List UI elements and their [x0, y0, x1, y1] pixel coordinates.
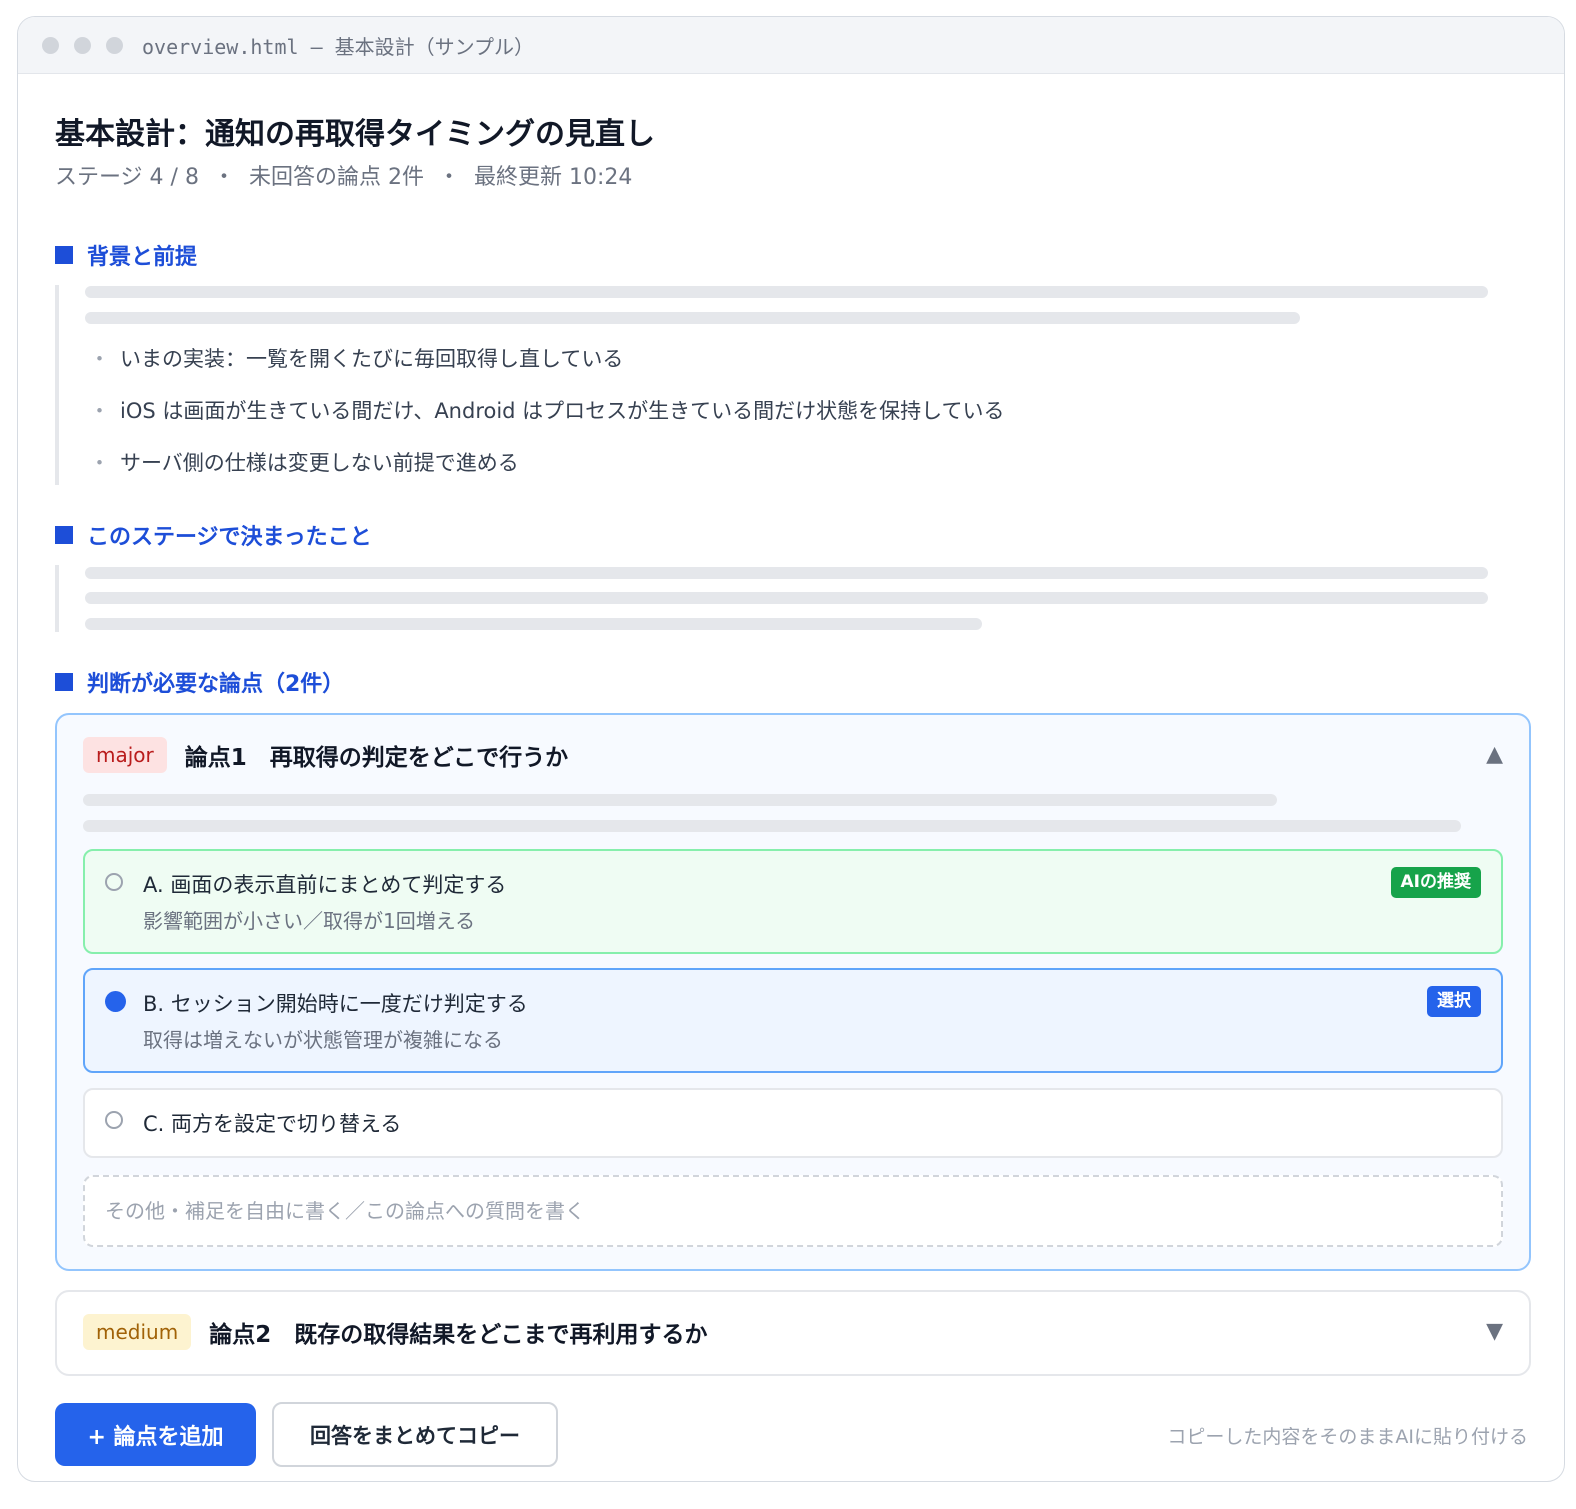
option-c[interactable]: C. 両方を設定で切り替える: [83, 1088, 1503, 1158]
decided-block: [55, 565, 1488, 632]
list-item-text: サーバ側の仕様は変更しない前提で進める: [120, 451, 519, 475]
bullet-mark: ・: [89, 451, 110, 475]
radio-button-selected[interactable]: [105, 991, 126, 1012]
placeholder-text-line: [85, 312, 1300, 324]
ai-recommended-badge: AIの推奨: [1390, 867, 1481, 898]
open-issues-count: 未回答の論点 2件: [248, 165, 424, 190]
section-heading-text: このステージで決まったこと: [87, 525, 372, 550]
severity-badge: major: [83, 737, 167, 773]
collapse-caret-icon[interactable]: ▲: [1486, 742, 1503, 767]
bullet-mark: ・: [89, 347, 110, 371]
issue-header[interactable]: medium 論点2 既存の取得結果をどこまで再利用するか: [83, 1314, 708, 1350]
section-heading-issues: 判断が必要な論点（2件）: [55, 666, 344, 698]
stage-indicator: ステージ 4 / 8: [55, 165, 199, 190]
bullet-mark: ・: [89, 399, 110, 423]
selected-badge: 選択: [1427, 986, 1481, 1017]
list-item-text: いまの実装：一覧を開くたびに毎回取得し直している: [120, 347, 624, 371]
page-title: 基本設計：通知の再取得タイミングの見直し: [55, 117, 655, 152]
copy-answers-button[interactable]: 回答をまとめてコピー: [272, 1402, 558, 1467]
close-dot-icon[interactable]: [42, 36, 59, 54]
option-label: C. 両方を設定で切り替える: [143, 1112, 402, 1136]
minimize-dot-icon[interactable]: [74, 36, 91, 54]
list-item: ・サーバ側の仕様は変更しない前提で進める: [89, 447, 519, 477]
placeholder-text-line: [83, 820, 1461, 832]
section-heading-decided: このステージで決まったこと: [55, 519, 372, 551]
app-window: overview.html — 基本設計（サンプル） 基本設計：通知の再取得タイ…: [17, 16, 1565, 1482]
option-a[interactable]: A. 画面の表示直前にまとめて判定する 影響範囲が小さい／取得が1回増える AI…: [83, 849, 1503, 954]
list-item-text: iOS は画面が生きている間だけ、Android はプロセスが生きている間だけ状…: [120, 399, 1005, 423]
meta-separator: ・: [212, 165, 235, 190]
add-issue-button[interactable]: + 論点を追加: [55, 1403, 256, 1466]
title-bar: overview.html — 基本設計（サンプル）: [18, 17, 1564, 74]
option-b[interactable]: B. セッション開始時に一度だけ判定する 取得は増えないが状態管理が複雑になる …: [83, 968, 1503, 1073]
radio-button[interactable]: [105, 1111, 123, 1129]
placeholder-text-line: [85, 286, 1488, 298]
option-label: B. セッション開始時に一度だけ判定する: [143, 992, 528, 1016]
issue-header[interactable]: major 論点1 再取得の判定をどこで行うか: [83, 737, 568, 773]
placeholder-text-line: [85, 567, 1488, 579]
list-item: ・いまの実装：一覧を開くたびに毎回取得し直している: [89, 343, 623, 373]
option-description: 取得は増えないが状態管理が複雑になる: [143, 1028, 503, 1052]
last-updated: 最終更新 10:24: [473, 165, 633, 190]
option-description: 影響範囲が小さい／取得が1回増える: [143, 909, 476, 933]
copy-hint-text: コピーした内容をそのままAIに貼り付ける: [1167, 1426, 1528, 1448]
option-label: A. 画面の表示直前にまとめて判定する: [143, 873, 507, 897]
square-marker-icon: [55, 526, 73, 544]
placeholder-text-line: [85, 618, 982, 630]
issue-card-1: major 論点1 再取得の判定をどこで行うか ▲ A. 画面の表示直前にまとめ…: [55, 713, 1531, 1271]
placeholder-text-line: [83, 794, 1277, 806]
severity-badge: medium: [83, 1314, 192, 1350]
meta-separator: ・: [437, 165, 460, 190]
square-marker-icon: [55, 246, 73, 264]
page-meta: ステージ 4 / 8 ・未回答の論点 2件・最終更新 10:24: [55, 159, 632, 191]
issue-title: 論点2 既存の取得結果をどこまで再利用するか: [209, 1322, 708, 1348]
issue-card-2[interactable]: medium 論点2 既存の取得結果をどこまで再利用するか ▼: [55, 1290, 1531, 1376]
window-title: overview.html — 基本設計（サンプル）: [142, 34, 535, 59]
expand-caret-icon[interactable]: ▼: [1486, 1319, 1503, 1344]
section-heading-text: 判断が必要な論点（2件）: [87, 672, 345, 697]
section-heading-background: 背景と前提: [55, 239, 197, 271]
placeholder-text-line: [85, 592, 1488, 604]
background-block: ・いまの実装：一覧を開くたびに毎回取得し直している ・ iOS は画面が生きている…: [55, 285, 1488, 485]
section-heading-text: 背景と前提: [87, 245, 198, 270]
square-marker-icon: [55, 673, 73, 691]
issue-title: 論点1 再取得の判定をどこで行うか: [184, 745, 569, 771]
list-item: ・ iOS は画面が生きている間だけ、Android はプロセスが生きている間だけ…: [89, 395, 1005, 425]
free-comment-input[interactable]: [83, 1175, 1503, 1247]
radio-button[interactable]: [105, 873, 123, 891]
maximize-dot-icon[interactable]: [106, 36, 123, 54]
